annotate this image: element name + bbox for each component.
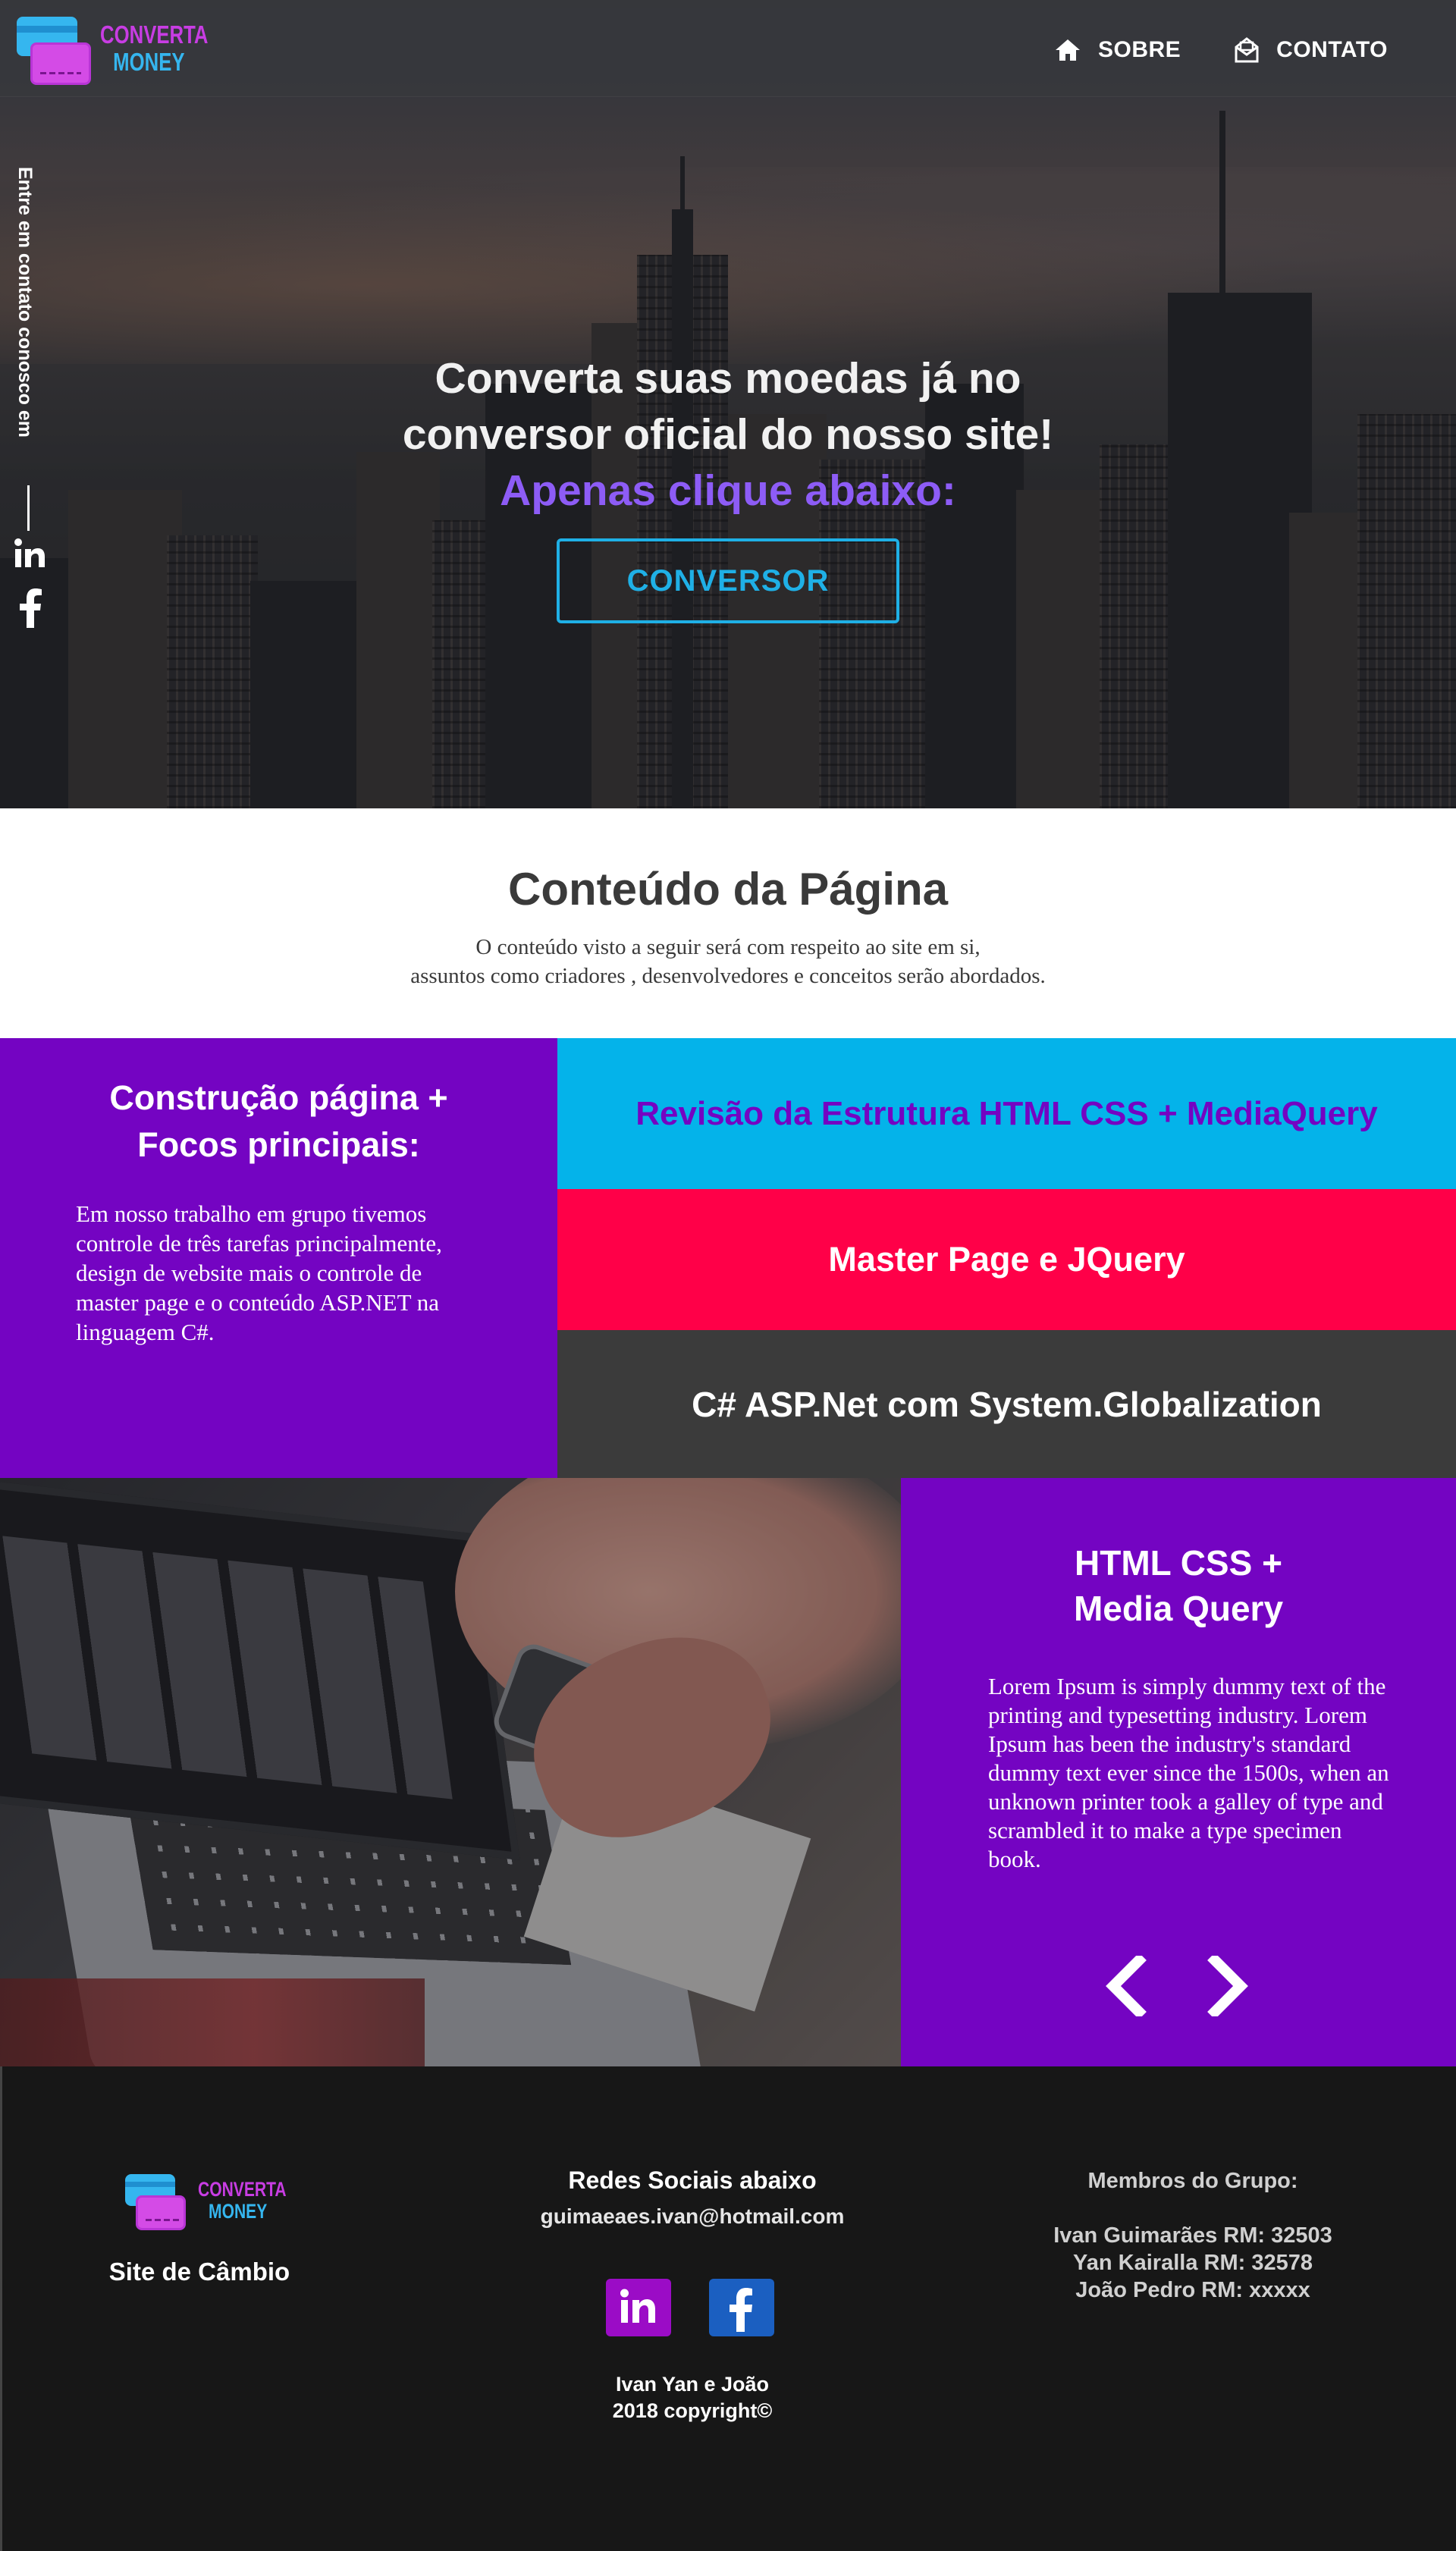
features-summary-title: Construção página + Focos principais: [0, 1075, 557, 1169]
home-icon [1055, 39, 1080, 61]
chevron-left-icon[interactable] [1101, 1956, 1154, 2016]
hero-section: CONVERTA MONEY SOBRE CONTATO Entre em co… [0, 0, 1456, 808]
hero-headline-line1: Converta suas moedas já no [435, 354, 1021, 403]
slider-section: HTML CSS + Media Query Lorem Ipsum is si… [0, 1478, 1456, 2066]
features-summary-title-line2: Focos principais: [137, 1125, 420, 1164]
feature-item-csharp[interactable]: C# ASP.Net com System.Globalization [557, 1330, 1456, 1478]
nav-item-contato[interactable]: CONTATO [1234, 36, 1388, 64]
brand-name: CONVERTA MONEY [100, 21, 209, 76]
section-description-line1: O conteúdo visto a seguir será com respe… [475, 935, 981, 959]
hero-headline-line2: conversor oficial do nosso site! [402, 410, 1054, 459]
nav-item-contato-label: CONTATO [1276, 37, 1388, 62]
footer-member-item: Yan Kairalla RM: 32578 [1073, 2251, 1313, 2275]
laptop-photo [0, 1478, 901, 2066]
feature-item-master-page[interactable]: Master Page e JQuery [557, 1189, 1456, 1330]
footer-members-title: Membros do Grupo: [1087, 2169, 1298, 2193]
linkedin-icon [620, 2289, 655, 2323]
footer-member-item: Ivan Guimarães RM: 32503 [1053, 2223, 1332, 2248]
footer-credits: Ivan Yan e João 2018 copyright© [503, 2371, 882, 2424]
content-intro-section: Conteúdo da Página O conteúdo visto a se… [0, 808, 1456, 1038]
footer-email[interactable]: guimaeaes.ivan@hotmail.com [503, 2204, 882, 2229]
footer-facebook-button[interactable] [709, 2279, 774, 2336]
main-nav: SOBRE CONTATO [1054, 35, 1456, 65]
conversor-button[interactable]: CONVERSOR [557, 538, 899, 623]
footer-credits-authors: Ivan Yan e João [615, 2373, 770, 2396]
nav-item-sobre-label: SOBRE [1097, 37, 1181, 62]
nav-item-sobre[interactable]: SOBRE [1054, 37, 1181, 63]
facebook-icon [730, 2288, 752, 2332]
slide-title: HTML CSS + Media Query [901, 1540, 1456, 1631]
chevron-right-icon[interactable] [1200, 1956, 1253, 2016]
footer-member-item: João Pedro RM: xxxxx [1075, 2278, 1310, 2302]
credit-cards-icon [17, 15, 91, 87]
features-summary-text: Em nosso trabalho em grupo tivemos contr… [76, 1200, 442, 1345]
features-section: Construção página + Focos principais: Em… [0, 1038, 1456, 1478]
footer-linkedin-button[interactable] [606, 2279, 671, 2336]
credit-cards-icon [125, 2173, 193, 2245]
brand-logo[interactable]: CONVERTA MONEY [17, 15, 209, 87]
feature-item-html-css[interactable]: Revisão da Estrutura HTML CSS + MediaQue… [557, 1038, 1456, 1189]
slide-content-panel: HTML CSS + Media Query Lorem Ipsum is si… [901, 1478, 1456, 2066]
footer-social-column: Redes Sociais abaixo guimaeaes.ivan@hotm… [503, 2165, 882, 2422]
top-navbar: CONVERTA MONEY SOBRE CONTATO [0, 0, 1456, 96]
slider-controls [1101, 1956, 1253, 2016]
section-description: O conteúdo visto a seguir será com respe… [0, 933, 1456, 990]
footer-brand-logo[interactable]: CONVERTA MONEY [125, 2173, 287, 2233]
section-title: Conteúdo da Página [507, 864, 949, 915]
hero-accent-text: Apenas clique abaixo: [500, 466, 956, 515]
footer-social-links [606, 2279, 779, 2338]
brand-name-line2: MONEY [113, 48, 185, 76]
features-summary-title-line1: Construção página + [109, 1078, 448, 1117]
features-summary-panel: Construção página + Focos principais: Em… [0, 1038, 557, 1478]
footer-brand-name: CONVERTA MONEY [198, 2179, 287, 2223]
footer-social-title: Redes Sociais abaixo [568, 2167, 817, 2194]
hero-content: Converta suas moedas já no conversor ofi… [0, 350, 1456, 623]
footer-brand-name-line2: MONEY [209, 2200, 268, 2223]
footer: CONVERTA MONEY Site de Câmbio Redes Soci… [0, 2066, 1456, 2551]
slide-title-line2: Media Query [1073, 1589, 1284, 1628]
section-description-line2: assuntos como criadores , desenvolvedore… [410, 964, 1046, 988]
footer-members-column: Membros do Grupo: Ivan Guimarães RM: 325… [996, 2167, 1390, 2304]
contact-mail-icon [1235, 37, 1259, 63]
footer-brand-name-line1: CONVERTA [198, 2178, 287, 2201]
slide-text: Lorem Ipsum is simply dummy text of the … [988, 1673, 1389, 1872]
slide-title-line1: HTML CSS + [1075, 1543, 1282, 1583]
footer-copyright: 2018 copyright© [612, 2399, 773, 2422]
brand-name-line1: CONVERTA [100, 20, 209, 49]
footer-site-label: Site de Câmbio [108, 2258, 290, 2286]
